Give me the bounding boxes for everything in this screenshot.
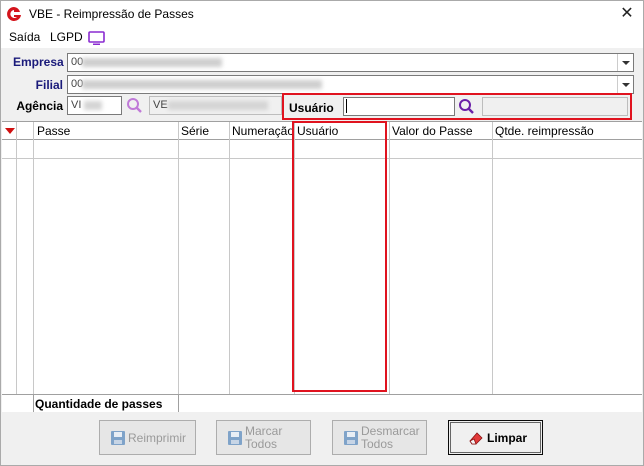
grid-divider: [16, 122, 17, 412]
search-icon[interactable]: [457, 97, 477, 116]
marcar-todos-button[interactable]: Marcar Todos: [216, 420, 311, 455]
desmarcar-label-line2: Todos: [361, 437, 394, 451]
window-title: VBE - Reimpressão de Passes: [29, 7, 194, 21]
grid-divider: [492, 122, 493, 394]
agencia-code-blurred: [84, 101, 102, 110]
usuario-desc-field: [482, 97, 628, 116]
column-header-valor[interactable]: Valor do Passe: [392, 124, 473, 138]
quantidade-passes-label: Quantidade de passes: [35, 397, 163, 411]
agencia-desc-field: VE: [149, 96, 282, 115]
grid-divider: [229, 122, 230, 394]
sort-triangle-icon[interactable]: [5, 128, 15, 134]
reimprimir-label: Reimprimir: [128, 431, 186, 445]
reimprimir-button[interactable]: Reimprimir: [99, 420, 196, 455]
floppy-icon: [111, 431, 125, 445]
search-icon[interactable]: [125, 96, 145, 115]
marcar-label-line1: Marcar: [245, 424, 283, 438]
grid-divider: [178, 122, 179, 394]
limpar-label: Limpar: [487, 431, 528, 445]
agencia-code-field[interactable]: VI: [67, 96, 122, 115]
empresa-label: Empresa: [13, 55, 64, 69]
limpar-button[interactable]: Limpar: [448, 420, 543, 455]
column-header-numeracao[interactable]: Numeração: [232, 124, 294, 138]
text-cursor: [346, 99, 347, 113]
desmarcar-todos-button[interactable]: Desmarcar Todos: [332, 420, 427, 455]
grid-footer: Quantidade de passes: [2, 394, 642, 412]
agencia-desc-value: VE: [153, 99, 168, 111]
chevron-down-icon[interactable]: [617, 54, 633, 71]
grid-divider: [389, 122, 390, 394]
column-header-serie[interactable]: Série: [181, 124, 209, 138]
empresa-combo[interactable]: 00: [67, 53, 634, 72]
filial-blurred-text: [82, 80, 322, 89]
menu-item-saida[interactable]: Saída: [9, 30, 40, 44]
filial-label: Filial: [35, 78, 63, 92]
desmarcar-label-line1: Desmarcar: [361, 424, 420, 438]
column-header-qtde[interactable]: Qtde. reimpressão: [495, 124, 594, 138]
column-header-passe[interactable]: Passe: [37, 124, 70, 138]
usuario-label: Usuário: [289, 101, 334, 115]
floppy-icon: [344, 431, 358, 445]
filial-combo[interactable]: 00: [67, 75, 634, 94]
tv-icon[interactable]: [88, 31, 105, 46]
agencia-desc-blurred: [168, 101, 268, 110]
floppy-icon: [228, 431, 242, 445]
title-bar: VBE - Reimpressão de Passes ✕: [1, 1, 643, 28]
close-icon[interactable]: ✕: [611, 1, 643, 28]
empresa-blurred-text: [82, 58, 222, 67]
menu-item-lgpd[interactable]: LGPD: [50, 30, 83, 44]
agencia-code-value: VI: [71, 99, 82, 111]
usuario-input[interactable]: [343, 97, 455, 116]
app-logo-icon: [7, 7, 21, 21]
menu-bar: Saída LGPD: [1, 28, 643, 48]
eraser-icon: [469, 432, 483, 445]
reimpressao-window: VBE - Reimpressão de Passes ✕ Saída LGPD…: [0, 0, 644, 466]
usuario-column-highlight: [292, 121, 387, 392]
chevron-down-icon[interactable]: [617, 76, 633, 93]
marcar-label-line2: Todos: [245, 437, 278, 451]
agencia-label: Agência: [16, 99, 63, 113]
grid-divider: [33, 122, 34, 412]
